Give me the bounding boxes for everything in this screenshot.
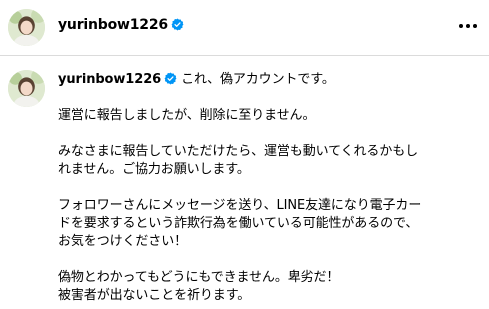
verified-badge-icon — [171, 18, 184, 31]
more-horizontal-icon — [459, 24, 463, 28]
caption-line: お気をつけください！ — [58, 234, 188, 249]
caption-line: 偽物とわかってもどうにもできません。卑劣だ！ — [58, 270, 340, 285]
caption-line: ドを要求するという詐欺行為を働いている可能性があるので、 — [58, 216, 419, 231]
caption-line: フォロワーさんにメッセージを送り、LINE友達になり電子カー — [58, 198, 422, 213]
avatar-image — [8, 9, 45, 46]
caption-text: これ、偽アカウントです。 — [181, 72, 335, 87]
caption-line: れません。ご協力お願いします。 — [58, 162, 250, 177]
caption-line: 運営に報告しましたが、削除に至りません。 — [58, 108, 316, 123]
username-text[interactable]: yurinbow1226 — [58, 17, 168, 33]
post-header: yurinbow1226 — [0, 0, 489, 55]
verified-badge-icon — [164, 72, 177, 85]
caption-avatar[interactable] — [8, 70, 45, 107]
avatar[interactable] — [8, 9, 45, 46]
caption-line: 被害者が出ないことを祈ります。 — [58, 288, 251, 303]
caption-username[interactable]: yurinbow1226 — [58, 72, 161, 87]
post-detail: yurinbow1226 yurinbow1226 これ、偽アカウントです。 運… — [0, 0, 489, 309]
caption-first-line: yurinbow1226 これ、偽アカウントです。 — [58, 71, 483, 89]
more-options-button[interactable] — [455, 15, 481, 37]
avatar-image — [8, 70, 45, 107]
post-caption: yurinbow1226 これ、偽アカウントです。 運営に報告しましたが、削除に… — [58, 71, 483, 305]
caption-line: みなさまに報告していただけたら、運営も動いてくれるかもし — [58, 144, 419, 159]
header-username[interactable]: yurinbow1226 — [58, 16, 184, 34]
header-divider — [0, 55, 489, 56]
